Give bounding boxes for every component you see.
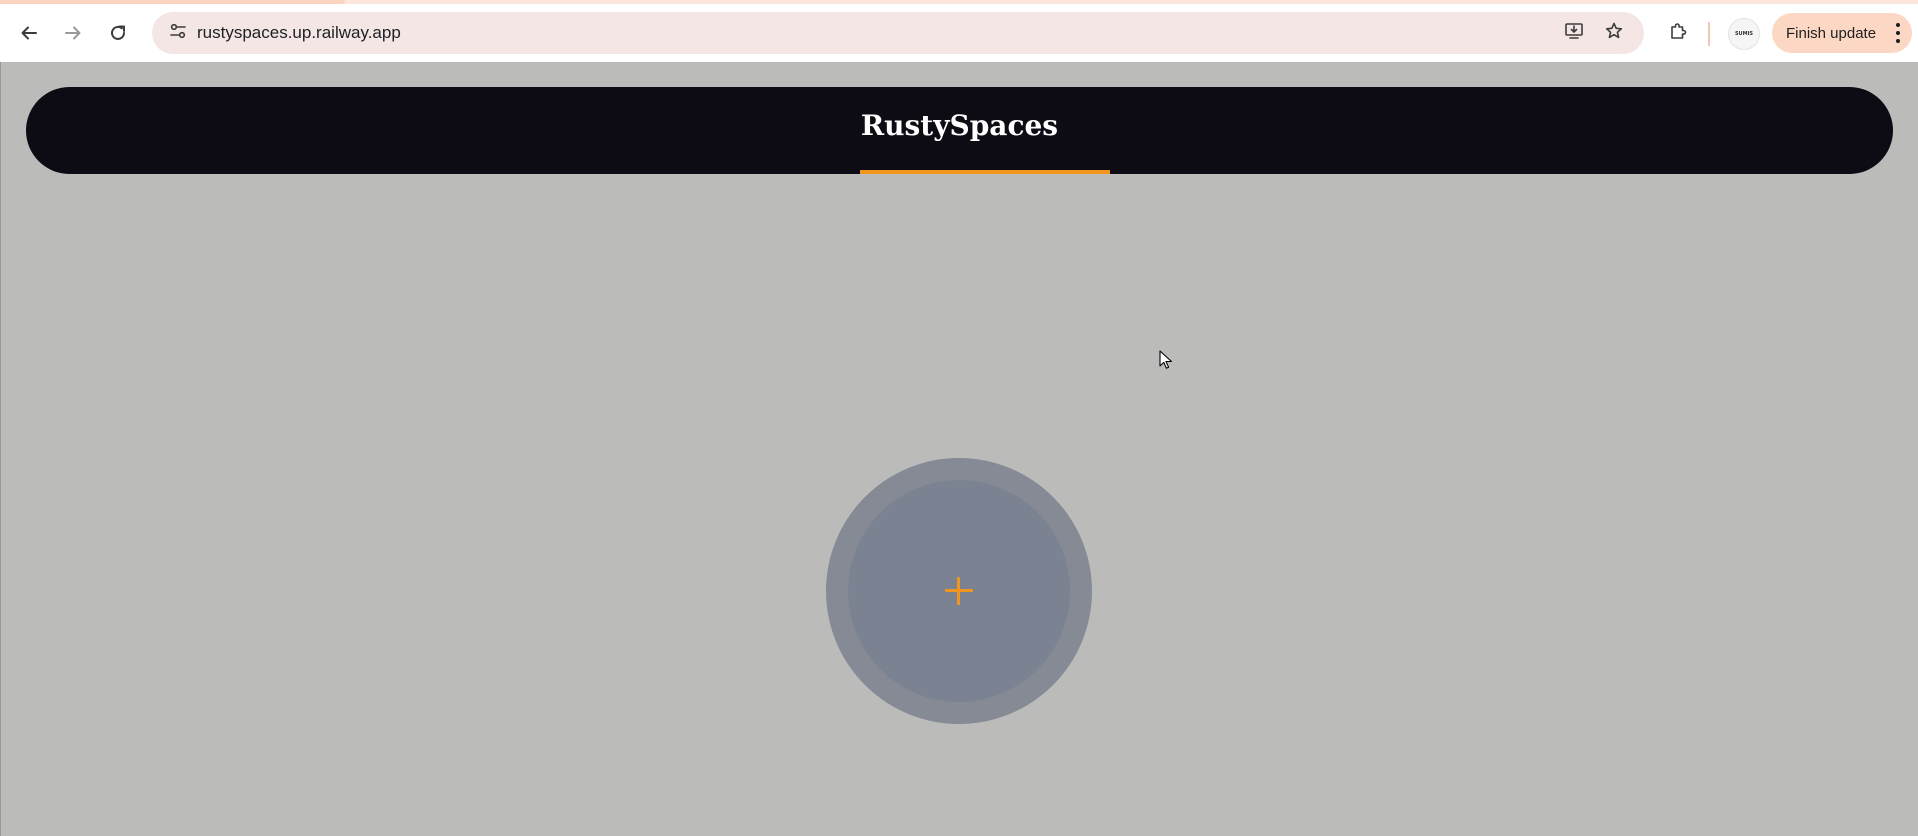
profile-avatar[interactable]: SUMIS [1728,18,1760,50]
install-app-icon [1564,21,1584,46]
url-text[interactable]: rustyspaces.up.railway.app [197,12,401,54]
toolbar-divider [1708,22,1710,46]
install-app-button[interactable] [1558,17,1590,49]
app-header: RustySpaces [26,87,1893,174]
finish-update-button[interactable]: Finish update [1772,13,1912,53]
avatar-label: SUMIS [1734,31,1754,37]
back-arrow-icon [20,24,38,42]
brand-underline [860,170,1110,174]
brand-title[interactable]: RustySpaces [26,109,1893,142]
site-info-button[interactable] [162,17,194,49]
extensions-button[interactable] [1661,16,1695,50]
forward-arrow-icon [64,24,82,42]
reload-icon [109,24,127,42]
add-space-button-inner[interactable] [848,480,1070,702]
mouse-cursor-icon [1159,350,1173,369]
reload-button[interactable] [101,16,135,50]
star-icon [1604,21,1624,46]
page-viewport: RustySpaces [0,62,1918,836]
puzzle-icon [1668,21,1688,46]
browser-toolbar: rustyspaces.up.railway.app SUMIS Finish … [0,4,1918,62]
bookmark-button[interactable] [1598,17,1630,49]
tune-icon [169,22,187,45]
kebab-menu-icon[interactable] [1896,23,1900,43]
finish-update-label: Finish update [1786,24,1877,42]
add-space-button[interactable] [826,458,1092,724]
forward-button[interactable] [56,16,90,50]
plus-icon [945,577,973,605]
address-bar[interactable]: rustyspaces.up.railway.app [152,12,1644,54]
back-button[interactable] [12,16,46,50]
